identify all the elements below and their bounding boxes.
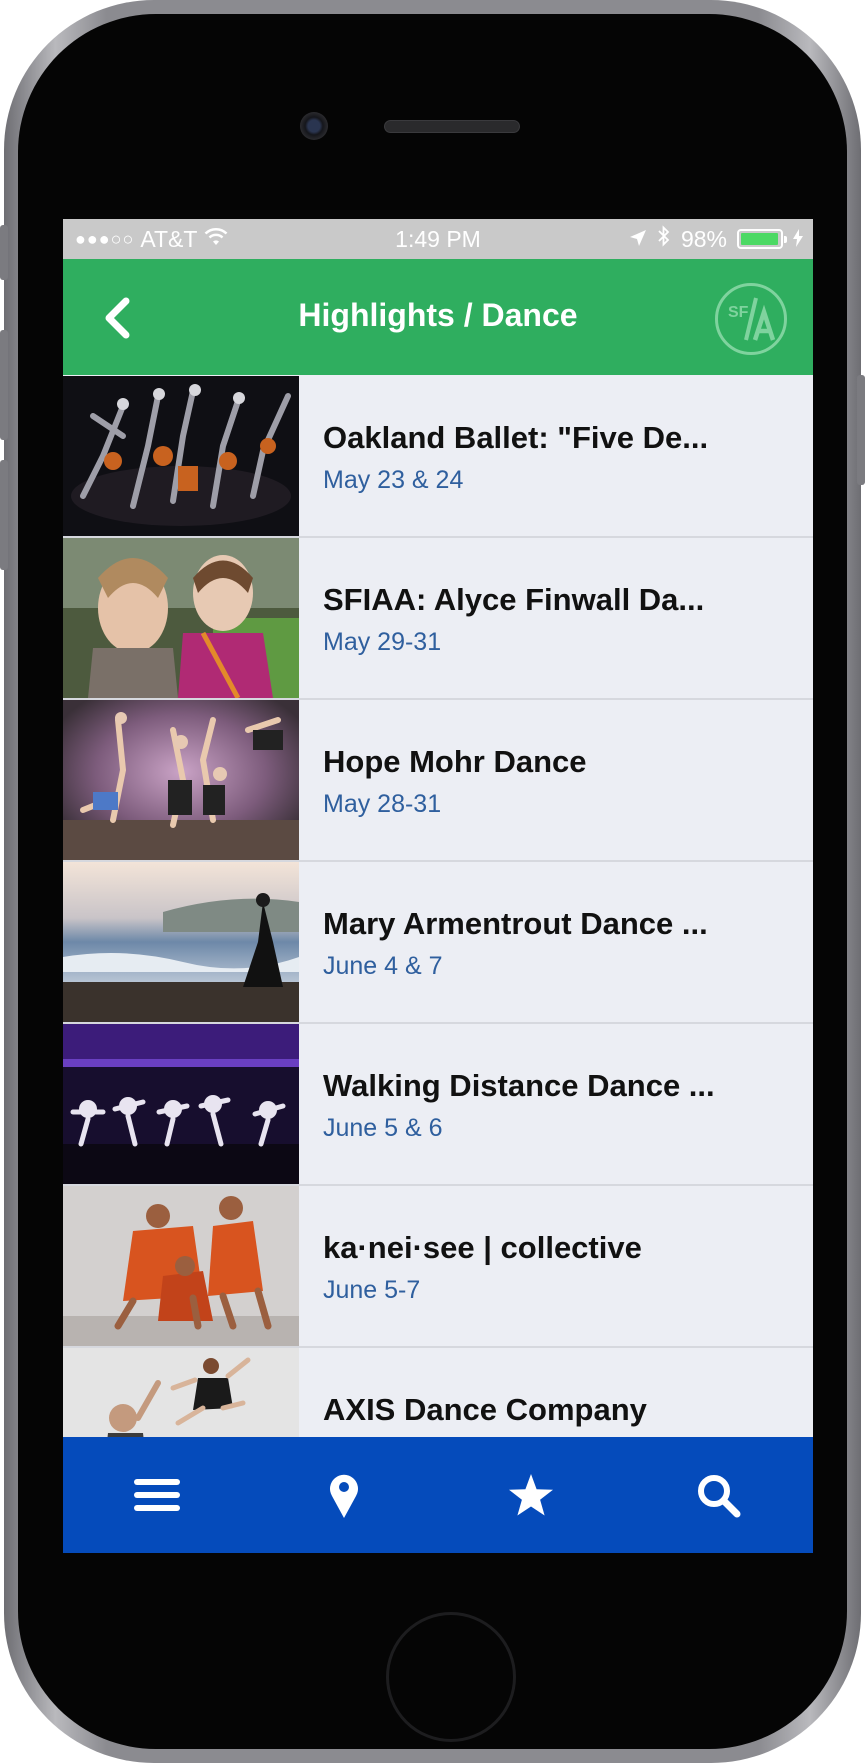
event-thumbnail (63, 700, 299, 860)
event-list: Oakland Ballet: "Five De... May 23 & 24 (63, 376, 813, 1510)
event-title: AXIS Dance Company (323, 1392, 647, 1427)
event-date: June 4 & 7 (323, 952, 443, 980)
list-item[interactable]: SFIAA: Alyce Finwall Da... May 29-31 (63, 538, 813, 700)
power-button (857, 375, 865, 485)
home-button[interactable] (386, 1612, 516, 1742)
sfa-logo-mark: SF (728, 297, 776, 341)
tab-menu[interactable] (63, 1437, 250, 1553)
location-arrow-icon (629, 226, 647, 253)
event-title: Mary Armentrout Dance ... (323, 906, 708, 941)
event-title: SFIAA: Alyce Finwall Da... (323, 582, 705, 617)
tab-bar (63, 1437, 813, 1553)
location-pin-icon (329, 1474, 358, 1518)
sfa-logo[interactable]: SF (715, 283, 787, 355)
event-thumbnail (63, 376, 299, 536)
event-date: May 28-31 (323, 790, 442, 818)
event-thumbnail (63, 1186, 299, 1346)
bluetooth-icon (657, 225, 671, 253)
list-item[interactable]: Oakland Ballet: "Five De... May 23 & 24 (63, 376, 813, 538)
list-item[interactable]: ka·nei·see | collective June 5-7 (63, 1186, 813, 1348)
charging-icon (793, 226, 803, 253)
event-date: May 29-31 (323, 628, 442, 656)
event-thumbnail (63, 862, 299, 1022)
event-title: Hope Mohr Dance (323, 744, 587, 779)
event-thumbnail (63, 1024, 299, 1184)
event-title: ka·nei·see | collective (323, 1230, 642, 1265)
battery-percent: 98% (680, 225, 727, 252)
volume-down-button (0, 460, 8, 570)
event-title: Walking Distance Dance ... (323, 1068, 715, 1103)
battery-icon (737, 229, 787, 249)
star-icon (508, 1474, 553, 1516)
page-title: Highlights / Dance (298, 297, 578, 333)
event-title: Oakland Ballet: "Five De... (323, 420, 709, 455)
event-date: May 23 & 24 (323, 466, 464, 494)
battery-fill (741, 233, 779, 245)
logo-sf-text: SF (728, 304, 749, 321)
event-date: June 5-7 (323, 1276, 421, 1304)
event-thumbnail (63, 538, 299, 698)
search-icon (697, 1475, 740, 1518)
tab-favorites[interactable] (437, 1437, 624, 1553)
tab-map[interactable] (250, 1437, 437, 1553)
list-item[interactable]: Walking Distance Dance ... June 5 & 6 (63, 1024, 813, 1186)
status-right: 98% (629, 225, 803, 253)
event-date: June 5 & 6 (323, 1114, 443, 1142)
volume-up-button (0, 330, 8, 440)
menu-icon (133, 1479, 180, 1511)
list-item[interactable]: Hope Mohr Dance May 28-31 (63, 700, 813, 862)
list-item[interactable]: Mary Armentrout Dance ... June 4 & 7 (63, 862, 813, 1024)
mute-switch (0, 225, 8, 280)
navigation-bar: Highlights / Dance SF (63, 259, 813, 375)
status-bar: ●●●○○ AT&T 1:49 PM 98% (63, 219, 813, 259)
front-camera (300, 112, 328, 140)
app-screen: ●●●○○ AT&T 1:49 PM 98% Highlights / Danc… (63, 219, 813, 1553)
earpiece-speaker (384, 120, 520, 133)
tab-search[interactable] (624, 1437, 811, 1553)
